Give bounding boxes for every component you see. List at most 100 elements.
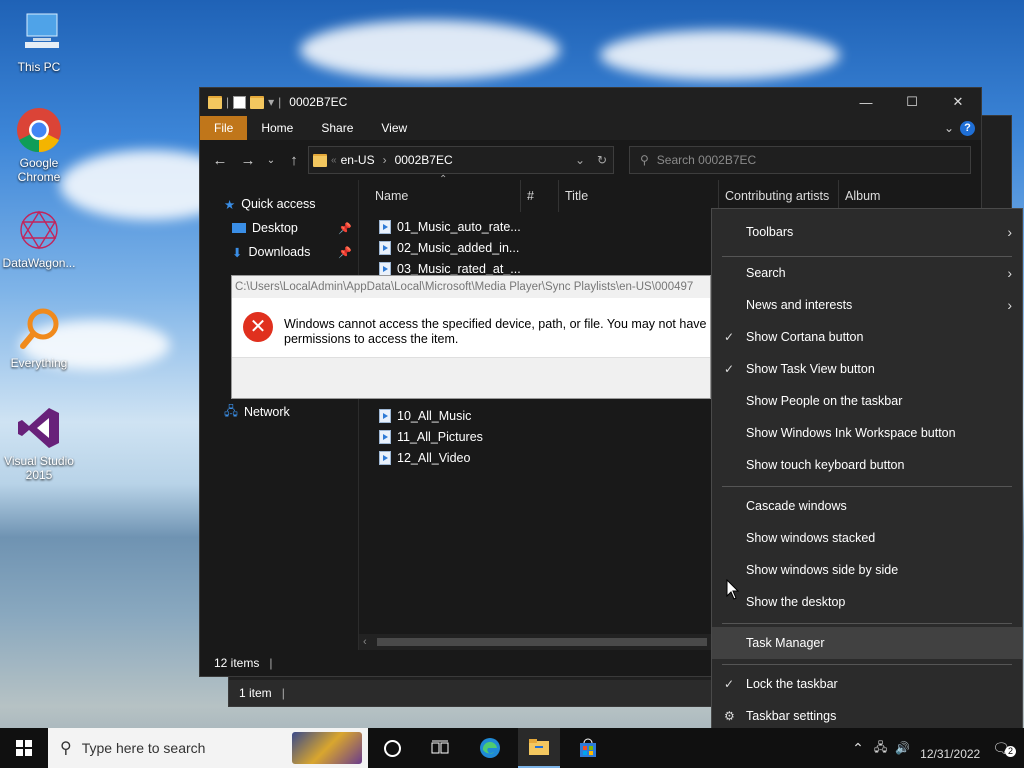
error-dialog[interactable]: C:\Users\LocalAdmin\AppData\Local\Micros…: [231, 275, 711, 399]
menu-label: Cascade windows: [746, 499, 847, 513]
desktop-icon-datawagon[interactable]: DataWagon...: [0, 206, 78, 270]
edge-button[interactable]: [470, 728, 510, 768]
system-tray[interactable]: ⌃ 🖧 🔊 12/31/2022 🗨 2: [852, 728, 1024, 768]
taskbar-search-box[interactable]: ⚲ Type here to search: [48, 728, 368, 768]
status-divider: |: [269, 656, 273, 670]
cloud: [300, 20, 560, 80]
tab-view[interactable]: View: [367, 116, 421, 140]
menu-item-show-desktop[interactable]: Show the desktop: [712, 586, 1022, 618]
close-button[interactable]: ✕: [935, 88, 981, 116]
desktop-icon-this-pc[interactable]: This PC: [0, 10, 78, 74]
edge-icon: [480, 738, 500, 758]
pin-icon[interactable]: 📌: [338, 246, 352, 259]
column-number[interactable]: #: [521, 180, 559, 212]
menu-item-search[interactable]: Search ›: [712, 257, 1022, 289]
tab-home[interactable]: Home: [247, 116, 307, 140]
overflow-icon[interactable]: «: [331, 155, 337, 166]
forward-arrow-icon[interactable]: →: [234, 152, 262, 169]
taskbar-search-input[interactable]: Type here to search: [82, 740, 206, 756]
notification-icon[interactable]: 🗨 2: [992, 740, 1016, 757]
recent-locations-icon[interactable]: ⌄: [262, 155, 280, 166]
playlist-icon: [379, 219, 391, 234]
desktop-icon-label: Google Chrome: [17, 156, 61, 184]
window-title: 0002B7EC: [289, 95, 348, 109]
menu-label: Taskbar settings: [746, 709, 837, 723]
menu-item-cortana[interactable]: ✓ Show Cortana button: [712, 321, 1022, 353]
desktop-icon-label: DataWagon...: [2, 256, 76, 270]
menu-item-task-manager[interactable]: Task Manager: [712, 627, 1022, 659]
divider: |: [226, 95, 230, 109]
chevron-right-icon: ›: [1007, 224, 1012, 240]
title-bar[interactable]: | ▾ | 0002B7EC — ☐ ✕: [200, 88, 981, 116]
address-bar[interactable]: « en-US › 0002B7EC ⌄ ↻: [308, 146, 614, 174]
minimize-button[interactable]: —: [843, 88, 889, 116]
breadcrumb-segment[interactable]: en-US: [341, 153, 375, 167]
error-message-line: permissions to access the item.: [284, 332, 459, 346]
tab-file[interactable]: File: [200, 116, 248, 140]
network-icon: 🖧: [224, 403, 238, 418]
computer-icon: [15, 10, 63, 58]
column-title[interactable]: Title: [559, 180, 719, 212]
expand-ribbon-icon[interactable]: ⌄: [944, 121, 954, 135]
start-button[interactable]: [0, 728, 48, 768]
nav-desktop[interactable]: Desktop 📌: [200, 216, 358, 240]
scroll-left-icon[interactable]: ‹: [363, 634, 367, 650]
properties-icon[interactable]: [233, 95, 247, 109]
file-explorer-button[interactable]: [518, 728, 560, 768]
clock[interactable]: 12/31/2022: [920, 735, 980, 761]
nav-network[interactable]: 🖧 Network: [200, 400, 358, 424]
ribbon[interactable]: File Home Share View ⌄ ?: [200, 116, 981, 140]
menu-item-toolbars[interactable]: Toolbars ›: [712, 216, 1022, 248]
datawagon-icon: [15, 206, 63, 254]
tab-share[interactable]: Share: [307, 116, 367, 140]
help-icon[interactable]: ?: [960, 120, 975, 136]
menu-item-news[interactable]: News and interests ›: [712, 289, 1022, 321]
desktop-icon-everything[interactable]: Everything: [0, 306, 78, 370]
menu-item-stacked[interactable]: Show windows stacked: [712, 522, 1022, 554]
taskbar[interactable]: ⚲ Type here to search ⌃ 🖧 🔊 12/31/2022 🗨…: [0, 728, 1024, 768]
clock-time: [920, 735, 980, 747]
navigation-bar[interactable]: ← → ⌄ ↑ « en-US › 0002B7EC ⌄ ↻ ⚲ Search …: [200, 140, 981, 180]
menu-item-touch-keyboard[interactable]: Show touch keyboard button: [712, 449, 1022, 481]
refresh-icon[interactable]: ↻: [597, 153, 607, 167]
show-hidden-icons-icon[interactable]: ⌃: [852, 740, 864, 757]
task-view-button[interactable]: [420, 728, 460, 768]
menu-item-task-view[interactable]: ✓ Show Task View button: [712, 353, 1022, 385]
volume-icon[interactable]: 🔊: [895, 741, 910, 755]
menu-item-lock-taskbar[interactable]: ✓ Lock the taskbar: [712, 668, 1022, 700]
menu-item-people[interactable]: Show People on the taskbar: [712, 385, 1022, 417]
desktop-icon-label: Everything: [10, 356, 68, 370]
back-arrow-icon[interactable]: ←: [206, 152, 234, 169]
desktop-icon-visual-studio[interactable]: Visual Studio 2015: [0, 404, 78, 482]
navigation-pane[interactable]: ★ Quick access Desktop 📌 ⬇ Downloads 📌 🖧…: [200, 180, 359, 650]
up-arrow-icon[interactable]: ↑: [280, 152, 308, 169]
breadcrumb-segment[interactable]: 0002B7EC: [395, 153, 453, 167]
task-view-icon: [431, 740, 449, 754]
search-input[interactable]: Search 0002B7EC: [657, 153, 756, 167]
nav-downloads[interactable]: ⬇ Downloads 📌: [200, 240, 358, 264]
menu-item-cascade[interactable]: Cascade windows: [712, 490, 1022, 522]
new-folder-icon[interactable]: [250, 95, 265, 109]
menu-item-ink[interactable]: Show Windows Ink Workspace button: [712, 417, 1022, 449]
error-message: Windows cannot access the specified devi…: [284, 317, 710, 347]
nav-quick-access[interactable]: ★ Quick access: [200, 192, 358, 216]
dropdown-icon[interactable]: ▾: [268, 95, 274, 109]
network-icon[interactable]: 🖧: [874, 738, 887, 759]
cortana-button[interactable]: [372, 728, 412, 768]
nav-label: Network: [243, 405, 290, 419]
scrollbar-thumb[interactable]: [377, 638, 707, 646]
taskbar-context-menu[interactable]: Toolbars › Search › News and interests › ✓ S…: [711, 208, 1023, 741]
cloud: [600, 30, 840, 80]
visual-studio-icon: [15, 404, 63, 452]
sort-arrow-icon: ⌃: [439, 174, 448, 185]
desktop-icon-chrome[interactable]: Google Chrome: [0, 106, 78, 184]
pin-icon[interactable]: 📌: [338, 222, 352, 235]
quick-access-toolbar[interactable]: | ▾ |: [208, 95, 281, 109]
store-button[interactable]: [568, 728, 608, 768]
maximize-button[interactable]: ☐: [889, 88, 935, 116]
search-icon: ⚲: [60, 740, 72, 757]
playlist-icon: [379, 408, 391, 423]
chevron-down-icon[interactable]: ⌄: [575, 153, 585, 167]
search-box[interactable]: ⚲ Search 0002B7EC: [629, 146, 971, 174]
menu-item-side-by-side[interactable]: Show windows side by side: [712, 554, 1022, 586]
